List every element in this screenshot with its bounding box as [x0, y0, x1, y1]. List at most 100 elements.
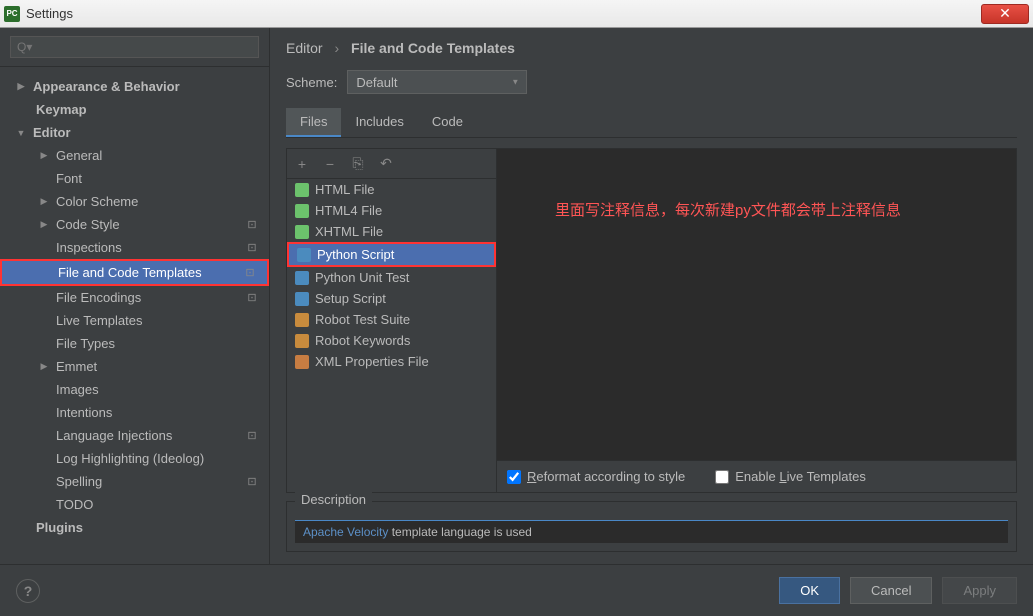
sidebar-item-general[interactable]: General — [0, 144, 269, 167]
footer: ? OK Cancel Apply — [0, 564, 1033, 616]
tab-files[interactable]: Files — [286, 108, 341, 137]
template-item-html4-file[interactable]: HTML4 File — [287, 200, 496, 221]
undo-button[interactable]: ↶ — [377, 155, 395, 173]
sidebar-item-emmet[interactable]: Emmet — [0, 355, 269, 378]
window-title: Settings — [26, 6, 73, 21]
tree-item-label: Plugins — [36, 520, 83, 535]
live-templates-checkbox-wrapper[interactable]: Enable Live Templates — [715, 469, 866, 484]
window-close-button[interactable]: ✕ — [981, 4, 1029, 24]
sidebar-tree: Appearance & BehaviorKeymapEditorGeneral… — [0, 67, 269, 547]
breadcrumb-root[interactable]: Editor — [286, 40, 323, 56]
sidebar-item-language-injections[interactable]: Language Injections ⊡ — [0, 424, 269, 447]
tree-arrow-icon[interactable] — [38, 219, 50, 231]
python-file-icon — [295, 292, 309, 306]
sidebar-item-color-scheme[interactable]: Color Scheme — [0, 190, 269, 213]
description-label: Description — [295, 492, 372, 507]
editor-options: Reformat according to style Enable Live … — [497, 460, 1016, 492]
template-item-html-file[interactable]: HTML File — [287, 179, 496, 200]
settings-badge-icon: ⊡ — [245, 429, 259, 443]
tree-item-label: Language Injections — [56, 428, 172, 443]
sidebar-item-appearance-behavior[interactable]: Appearance & Behavior — [0, 75, 269, 98]
sidebar-item-file-encodings[interactable]: File Encodings⊡ — [0, 286, 269, 309]
cancel-button[interactable]: Cancel — [850, 577, 932, 604]
settings-badge-icon: ⊡ — [245, 218, 259, 232]
settings-badge-icon: ⊡ — [245, 475, 259, 489]
template-item-robot-keywords[interactable]: Robot Keywords — [287, 330, 496, 351]
html-file-icon — [295, 225, 309, 239]
sidebar-item-intentions[interactable]: Intentions — [0, 401, 269, 424]
tab-code[interactable]: Code — [418, 108, 477, 137]
sidebar-search-input[interactable] — [10, 36, 259, 58]
template-item-label: Python Script — [317, 247, 394, 262]
breadcrumb: Editor › File and Code Templates — [286, 40, 1017, 56]
settings-badge-icon: ⊡ — [245, 241, 259, 255]
reformat-label: Reformat according to style — [527, 469, 685, 484]
copy-button[interactable]: ⎘ — [349, 155, 367, 173]
scheme-select[interactable]: Default — [347, 70, 527, 94]
settings-badge-icon: ⊡ — [245, 291, 259, 305]
breadcrumb-current: File and Code Templates — [351, 40, 515, 56]
template-area: + − ⎘ ↶ HTML File HTML4 File XHTML File Pyt… — [286, 148, 1017, 493]
template-item-xhtml-file[interactable]: XHTML File — [287, 221, 496, 242]
tree-item-label: Font — [56, 171, 82, 186]
add-button[interactable]: + — [293, 155, 311, 173]
live-templates-checkbox[interactable] — [715, 470, 729, 484]
template-item-label: XML Properties File — [315, 354, 429, 369]
apply-button[interactable]: Apply — [942, 577, 1017, 604]
sidebar-item-live-templates[interactable]: Live Templates — [0, 309, 269, 332]
reformat-checkbox-wrapper[interactable]: Reformat according to style — [507, 469, 685, 484]
tabs: FilesIncludesCode — [286, 108, 1017, 138]
apache-velocity-link[interactable]: Apache Velocity — [303, 525, 388, 539]
title-bar[interactable]: PC Settings ✕ — [0, 0, 1033, 28]
scheme-row: Scheme: Default — [286, 70, 1017, 94]
scheme-select-wrapper: Default — [347, 70, 527, 94]
breadcrumb-separator: › — [334, 40, 339, 56]
sidebar: Appearance & BehaviorKeymapEditorGeneral… — [0, 28, 270, 564]
sidebar-item-images[interactable]: Images — [0, 378, 269, 401]
tree-arrow-icon[interactable] — [15, 127, 27, 139]
description-area: Description Apache Velocity template lan… — [286, 501, 1017, 552]
template-item-label: HTML4 File — [315, 203, 382, 218]
tree-arrow-icon[interactable] — [38, 150, 50, 162]
sidebar-item-inspections[interactable]: Inspections ⊡ — [0, 236, 269, 259]
template-item-xml-properties-file[interactable]: XML Properties File — [287, 351, 496, 372]
reformat-checkbox[interactable] — [507, 470, 521, 484]
tree-item-label: Intentions — [56, 405, 112, 420]
template-item-setup-script[interactable]: Setup Script — [287, 288, 496, 309]
scheme-label: Scheme: — [286, 75, 337, 90]
sidebar-item-font[interactable]: Font — [0, 167, 269, 190]
sidebar-item-file-types[interactable]: File Types — [0, 332, 269, 355]
template-item-python-unit-test[interactable]: Python Unit Test — [287, 267, 496, 288]
template-item-label: Setup Script — [315, 291, 386, 306]
tree-arrow-icon[interactable] — [15, 81, 27, 93]
remove-button[interactable]: − — [321, 155, 339, 173]
tree-item-label: File and Code Templates — [58, 265, 202, 280]
template-item-python-script[interactable]: Python Script — [287, 242, 496, 267]
tree-arrow-icon[interactable] — [38, 361, 50, 373]
tab-includes[interactable]: Includes — [341, 108, 417, 137]
editor-area[interactable]: 里面写注释信息，每次新建py文件都会带上注释信息 — [497, 149, 1016, 460]
ok-button[interactable]: OK — [779, 577, 840, 604]
editor-panel: 里面写注释信息，每次新建py文件都会带上注释信息 Reformat accord… — [497, 149, 1016, 492]
sidebar-item-plugins[interactable]: Plugins — [0, 516, 269, 539]
sidebar-item-file-and-code-templates[interactable]: File and Code Templates⊡ — [0, 259, 269, 286]
template-item-robot-test-suite[interactable]: Robot Test Suite — [287, 309, 496, 330]
template-item-label: XHTML File — [315, 224, 383, 239]
sidebar-item-keymap[interactable]: Keymap — [0, 98, 269, 121]
tree-item-label: Log Highlighting (Ideolog) — [56, 451, 204, 466]
sidebar-item-todo[interactable]: TODO — [0, 493, 269, 516]
xml-file-icon — [295, 355, 309, 369]
sidebar-item-editor[interactable]: Editor — [0, 121, 269, 144]
sidebar-item-spelling[interactable]: Spelling⊡ — [0, 470, 269, 493]
tree-item-label: Inspections — [56, 240, 122, 255]
help-button[interactable]: ? — [16, 579, 40, 603]
tree-item-label: File Types — [56, 336, 115, 351]
tree-arrow-icon[interactable] — [38, 196, 50, 208]
sidebar-item-code-style[interactable]: Code Style⊡ — [0, 213, 269, 236]
python-file-icon — [295, 271, 309, 285]
template-toolbar: + − ⎘ ↶ — [287, 149, 496, 179]
template-list-panel: + − ⎘ ↶ HTML File HTML4 File XHTML File Pyt… — [287, 149, 497, 492]
sidebar-item-log-highlighting-ideolog-[interactable]: Log Highlighting (Ideolog) — [0, 447, 269, 470]
template-item-label: Robot Test Suite — [315, 312, 410, 327]
tree-item-label: Color Scheme — [56, 194, 138, 209]
